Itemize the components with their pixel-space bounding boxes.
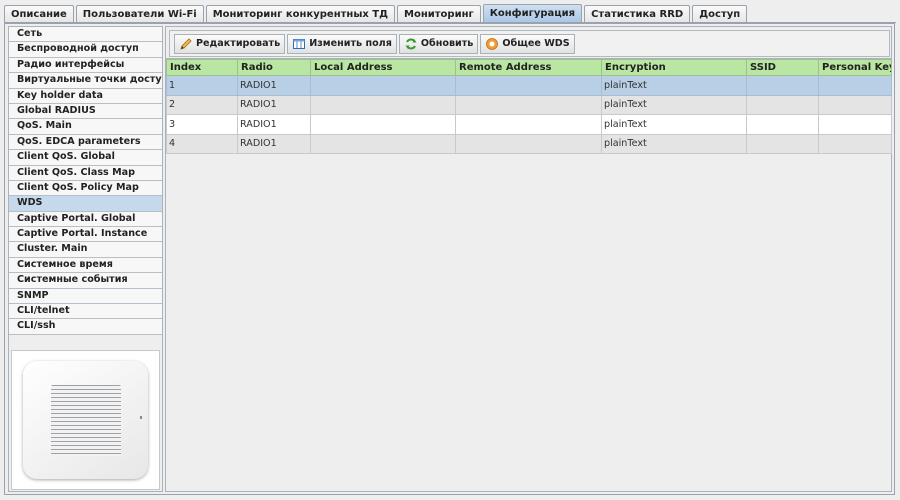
cell-local-address: [310, 94, 456, 115]
sidebar: Сеть Беспроводной доступ Радио интерфейс…: [8, 26, 163, 492]
sidebar-item-system-time[interactable]: Системное время: [9, 257, 162, 274]
sidebar-item-global-radius[interactable]: Global RADIUS: [9, 103, 162, 120]
settings-circle-icon: [485, 37, 499, 51]
sidebar-item-system-events[interactable]: Системные события: [9, 273, 162, 289]
tab-description[interactable]: Описание: [4, 5, 74, 22]
tab-bar: Описание Пользователи Wi-Fi Мониторинг к…: [4, 4, 896, 23]
access-point-image: [23, 361, 148, 479]
sidebar-item-key-holder-data[interactable]: Key holder data: [9, 88, 162, 104]
cell-remote-address: [455, 75, 602, 96]
cell-personal-key: [818, 133, 892, 154]
cell-remote-address: [455, 94, 602, 115]
cell-index: 1: [166, 75, 238, 96]
sidebar-item-cluster-main[interactable]: Cluster. Main: [9, 242, 162, 258]
cell-local-address: [310, 133, 456, 154]
cell-index: 2: [166, 94, 238, 115]
wds-table-container: Index Radio Local Address Remote Address…: [166, 58, 892, 491]
sidebar-item-client-qos-class-map[interactable]: Client QoS. Class Map: [9, 165, 162, 181]
device-led: [140, 416, 142, 419]
sidebar-item-qos-main[interactable]: QoS. Main: [9, 119, 162, 135]
column-header-radio[interactable]: Radio: [237, 59, 311, 76]
cell-personal-key: [818, 114, 892, 135]
sidebar-item-captive-portal-global[interactable]: Captive Portal. Global: [9, 211, 162, 228]
pencil-icon: [179, 37, 193, 51]
table-row[interactable]: 4 RADIO1 plainText: [166, 133, 892, 154]
change-fields-button[interactable]: Изменить поля: [287, 33, 397, 54]
cell-encryption: plainText: [601, 114, 747, 135]
cell-encryption: plainText: [601, 75, 747, 96]
edit-button[interactable]: Редактировать: [174, 33, 286, 54]
cell-ssid: [746, 114, 819, 135]
cell-local-address: [310, 114, 456, 135]
device-image-panel: [11, 350, 160, 490]
column-header-remote-address[interactable]: Remote Address: [455, 59, 602, 76]
sidebar-item-captive-portal-instance[interactable]: Captive Portal. Instance: [9, 227, 162, 243]
cell-index: 3: [166, 114, 238, 135]
content-frame: Сеть Беспроводной доступ Радио интерфейс…: [4, 23, 895, 495]
cell-radio: RADIO1: [237, 114, 311, 135]
tab-competitor-ap-monitoring[interactable]: Мониторинг конкурентных ТД: [205, 5, 396, 22]
column-header-ssid[interactable]: SSID: [746, 59, 819, 76]
cell-remote-address: [455, 133, 602, 154]
cell-encryption: plainText: [601, 133, 747, 154]
tab-access[interactable]: Доступ: [692, 5, 748, 22]
cell-personal-key: [818, 94, 892, 115]
sidebar-item-radio-interfaces[interactable]: Радио интерфейсы: [9, 57, 162, 74]
sidebar-item-cli-ssh[interactable]: CLI/ssh: [9, 319, 162, 335]
cell-radio: RADIO1: [237, 75, 311, 96]
cell-ssid: [746, 133, 819, 154]
cell-radio: RADIO1: [237, 133, 311, 154]
column-header-encryption[interactable]: Encryption: [601, 59, 747, 76]
edit-button-label: Редактировать: [196, 38, 281, 49]
refresh-icon: [404, 37, 418, 51]
cell-remote-address: [455, 114, 602, 135]
general-wds-button[interactable]: Общее WDS: [480, 33, 575, 54]
cell-index: 4: [166, 133, 238, 154]
sidebar-item-virtual-aps[interactable]: Виртуальные точки доступа: [9, 73, 162, 89]
tab-wifi-users[interactable]: Пользователи Wi-Fi: [75, 5, 204, 22]
wds-table: Index Radio Local Address Remote Address…: [166, 59, 892, 154]
cell-personal-key: [818, 75, 892, 96]
cell-ssid: [746, 94, 819, 115]
table-header-row: Index Radio Local Address Remote Address…: [166, 59, 892, 76]
column-header-index[interactable]: Index: [166, 59, 238, 76]
sidebar-item-cli-telnet[interactable]: CLI/telnet: [9, 304, 162, 320]
cell-encryption: plainText: [601, 94, 747, 115]
cell-local-address: [310, 75, 456, 96]
table-row[interactable]: 1 RADIO1 plainText: [166, 75, 892, 96]
table-row[interactable]: 2 RADIO1 plainText: [166, 94, 892, 115]
tab-rrd-statistics[interactable]: Статистика RRD: [584, 5, 691, 22]
sidebar-item-qos-edca[interactable]: QoS. EDCA parameters: [9, 134, 162, 151]
cell-radio: RADIO1: [237, 94, 311, 115]
main-panel: Редактировать Изменить поля Обновить Общ…: [165, 26, 892, 492]
tab-monitoring[interactable]: Мониторинг: [397, 5, 481, 22]
sidebar-item-client-qos-global[interactable]: Client QoS. Global: [9, 150, 162, 166]
refresh-button[interactable]: Обновить: [398, 33, 479, 54]
device-vent: [51, 385, 121, 456]
cell-ssid: [746, 75, 819, 96]
tab-configuration[interactable]: Конфигурация: [482, 4, 583, 22]
change-fields-button-label: Изменить поля: [309, 38, 392, 49]
sidebar-item-snmp[interactable]: SNMP: [9, 288, 162, 305]
column-header-local-address[interactable]: Local Address: [310, 59, 456, 76]
general-wds-button-label: Общее WDS: [502, 38, 570, 49]
table-row[interactable]: 3 RADIO1 plainText: [166, 114, 892, 135]
sidebar-item-wireless-access[interactable]: Беспроводной доступ: [9, 42, 162, 58]
toolbar: Редактировать Изменить поля Обновить Общ…: [169, 30, 890, 57]
refresh-button-label: Обновить: [420, 38, 474, 49]
sidebar-item-wds[interactable]: WDS: [9, 196, 162, 212]
sidebar-item-client-qos-policy-map[interactable]: Client QoS. Policy Map: [9, 180, 162, 197]
columns-icon: [292, 37, 306, 51]
sidebar-item-network[interactable]: Сеть: [9, 27, 162, 43]
column-header-personal-key[interactable]: Personal Key: [818, 59, 892, 76]
